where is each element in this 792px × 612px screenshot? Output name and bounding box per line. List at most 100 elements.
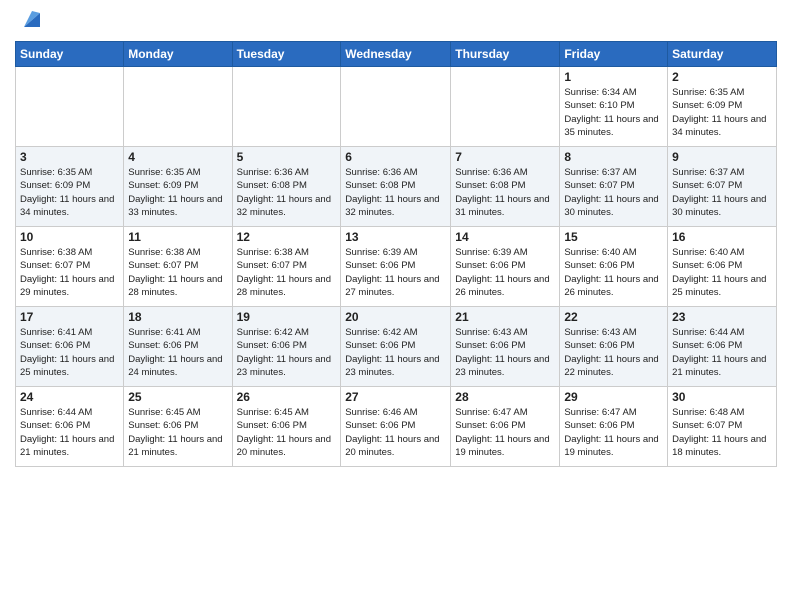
day-number: 15 (564, 230, 663, 244)
day-number: 7 (455, 150, 555, 164)
day-info: Sunrise: 6:44 AMSunset: 6:06 PMDaylight:… (20, 406, 119, 459)
day-info: Sunrise: 6:34 AMSunset: 6:10 PMDaylight:… (564, 86, 663, 139)
day-info: Sunrise: 6:38 AMSunset: 6:07 PMDaylight:… (20, 246, 119, 299)
logo-icon (18, 5, 46, 33)
day-cell: 16 Sunrise: 6:40 AMSunset: 6:06 PMDayligh… (668, 227, 777, 307)
day-cell: 1 Sunrise: 6:34 AMSunset: 6:10 PMDaylight… (560, 67, 668, 147)
day-info: Sunrise: 6:47 AMSunset: 6:06 PMDaylight:… (564, 406, 663, 459)
day-cell: 2Sunrise: 6:35 AMSunset: 6:09 PMDaylight… (668, 67, 777, 147)
day-cell: 3 Sunrise: 6:35 AMSunset: 6:09 PMDaylight… (16, 147, 124, 227)
day-info: Sunrise: 6:41 AMSunset: 6:06 PMDaylight:… (20, 326, 119, 379)
day-number: 10 (20, 230, 119, 244)
day-header-thursday: Thursday (451, 42, 560, 67)
week-row-2: 3 Sunrise: 6:35 AMSunset: 6:09 PMDaylight… (16, 147, 777, 227)
day-info: Sunrise: 6:45 AMSunset: 6:06 PMDaylight:… (128, 406, 227, 459)
day-cell: 10 Sunrise: 6:38 AMSunset: 6:07 PMDayligh… (16, 227, 124, 307)
day-number: 21 (455, 310, 555, 324)
day-info: Sunrise: 6:47 AMSunset: 6:06 PMDaylight:… (455, 406, 555, 459)
day-cell: 24 Sunrise: 6:44 AMSunset: 6:06 PMDayligh… (16, 387, 124, 467)
day-number: 19 (237, 310, 337, 324)
day-info: Sunrise: 6:46 AMSunset: 6:06 PMDaylight:… (345, 406, 446, 459)
day-info: Sunrise: 6:36 AMSunset: 6:08 PMDaylight:… (237, 166, 337, 219)
header-row: SundayMondayTuesdayWednesdayThursdayFrid… (16, 42, 777, 67)
day-cell: 19 Sunrise: 6:42 AMSunset: 6:06 PMDayligh… (232, 307, 341, 387)
day-cell: 23 Sunrise: 6:44 AMSunset: 6:06 PMDayligh… (668, 307, 777, 387)
calendar: SundayMondayTuesdayWednesdayThursdayFrid… (15, 41, 777, 467)
day-number: 17 (20, 310, 119, 324)
day-info: Sunrise: 6:39 AMSunset: 6:06 PMDaylight:… (345, 246, 446, 299)
week-row-1: 1 Sunrise: 6:34 AMSunset: 6:10 PMDaylight… (16, 67, 777, 147)
day-cell: 22 Sunrise: 6:43 AMSunset: 6:06 PMDayligh… (560, 307, 668, 387)
logo (15, 10, 46, 33)
day-number: 23 (672, 310, 772, 324)
day-number: 3 (20, 150, 119, 164)
day-cell: 18 Sunrise: 6:41 AMSunset: 6:06 PMDayligh… (124, 307, 232, 387)
day-cell: 27 Sunrise: 6:46 AMSunset: 6:06 PMDayligh… (341, 387, 451, 467)
day-cell: 9 Sunrise: 6:37 AMSunset: 6:07 PMDaylight… (668, 147, 777, 227)
day-number: 8 (564, 150, 663, 164)
day-header-wednesday: Wednesday (341, 42, 451, 67)
day-info: Sunrise: 6:35 AMSunset: 6:09 PMDaylight:… (20, 166, 119, 219)
day-cell: 6Sunrise: 6:36 AMSunset: 6:08 PMDaylight… (341, 147, 451, 227)
day-info: Sunrise: 6:45 AMSunset: 6:06 PMDaylight:… (237, 406, 337, 459)
day-number: 30 (672, 390, 772, 404)
day-header-friday: Friday (560, 42, 668, 67)
day-cell (232, 67, 341, 147)
day-number: 27 (345, 390, 446, 404)
day-cell: 25Sunrise: 6:45 AMSunset: 6:06 PMDayligh… (124, 387, 232, 467)
day-number: 24 (20, 390, 119, 404)
day-number: 2 (672, 70, 772, 84)
day-info: Sunrise: 6:42 AMSunset: 6:06 PMDaylight:… (345, 326, 446, 379)
header (15, 10, 777, 33)
day-number: 1 (564, 70, 663, 84)
day-info: Sunrise: 6:42 AMSunset: 6:06 PMDaylight:… (237, 326, 337, 379)
day-cell (16, 67, 124, 147)
day-info: Sunrise: 6:44 AMSunset: 6:06 PMDaylight:… (672, 326, 772, 379)
day-info: Sunrise: 6:36 AMSunset: 6:08 PMDaylight:… (345, 166, 446, 219)
day-info: Sunrise: 6:38 AMSunset: 6:07 PMDaylight:… (237, 246, 337, 299)
day-number: 12 (237, 230, 337, 244)
day-number: 20 (345, 310, 446, 324)
day-number: 28 (455, 390, 555, 404)
day-info: Sunrise: 6:48 AMSunset: 6:07 PMDaylight:… (672, 406, 772, 459)
day-number: 16 (672, 230, 772, 244)
day-info: Sunrise: 6:43 AMSunset: 6:06 PMDaylight:… (564, 326, 663, 379)
day-cell: 26 Sunrise: 6:45 AMSunset: 6:06 PMDayligh… (232, 387, 341, 467)
day-cell: 14 Sunrise: 6:39 AMSunset: 6:06 PMDayligh… (451, 227, 560, 307)
week-row-5: 24 Sunrise: 6:44 AMSunset: 6:06 PMDayligh… (16, 387, 777, 467)
day-cell (341, 67, 451, 147)
day-cell: 28 Sunrise: 6:47 AMSunset: 6:06 PMDayligh… (451, 387, 560, 467)
day-cell: 4 Sunrise: 6:35 AMSunset: 6:09 PMDaylight… (124, 147, 232, 227)
day-cell (451, 67, 560, 147)
day-number: 13 (345, 230, 446, 244)
day-cell: 20 Sunrise: 6:42 AMSunset: 6:06 PMDayligh… (341, 307, 451, 387)
day-number: 5 (237, 150, 337, 164)
day-cell: 13 Sunrise: 6:39 AMSunset: 6:06 PMDayligh… (341, 227, 451, 307)
day-header-saturday: Saturday (668, 42, 777, 67)
day-number: 26 (237, 390, 337, 404)
day-number: 14 (455, 230, 555, 244)
day-info: Sunrise: 6:40 AMSunset: 6:06 PMDaylight:… (564, 246, 663, 299)
day-cell: 12 Sunrise: 6:38 AMSunset: 6:07 PMDayligh… (232, 227, 341, 307)
day-number: 11 (128, 230, 227, 244)
day-number: 18 (128, 310, 227, 324)
day-number: 9 (672, 150, 772, 164)
day-cell (124, 67, 232, 147)
day-info: Sunrise: 6:40 AMSunset: 6:06 PMDaylight:… (672, 246, 772, 299)
day-info: Sunrise: 6:36 AMSunset: 6:08 PMDaylight:… (455, 166, 555, 219)
day-info: Sunrise: 6:35 AMSunset: 6:09 PMDaylight:… (128, 166, 227, 219)
day-info: Sunrise: 6:39 AMSunset: 6:06 PMDaylight:… (455, 246, 555, 299)
day-cell: 29Sunrise: 6:47 AMSunset: 6:06 PMDayligh… (560, 387, 668, 467)
day-cell: 7 Sunrise: 6:36 AMSunset: 6:08 PMDaylight… (451, 147, 560, 227)
week-row-4: 17 Sunrise: 6:41 AMSunset: 6:06 PMDayligh… (16, 307, 777, 387)
day-info: Sunrise: 6:37 AMSunset: 6:07 PMDaylight:… (564, 166, 663, 219)
day-info: Sunrise: 6:37 AMSunset: 6:07 PMDaylight:… (672, 166, 772, 219)
page: SundayMondayTuesdayWednesdayThursdayFrid… (0, 0, 792, 612)
week-row-3: 10 Sunrise: 6:38 AMSunset: 6:07 PMDayligh… (16, 227, 777, 307)
day-info: Sunrise: 6:43 AMSunset: 6:06 PMDaylight:… (455, 326, 555, 379)
day-cell: 17 Sunrise: 6:41 AMSunset: 6:06 PMDayligh… (16, 307, 124, 387)
day-number: 4 (128, 150, 227, 164)
day-header-monday: Monday (124, 42, 232, 67)
day-info: Sunrise: 6:41 AMSunset: 6:06 PMDaylight:… (128, 326, 227, 379)
day-number: 22 (564, 310, 663, 324)
